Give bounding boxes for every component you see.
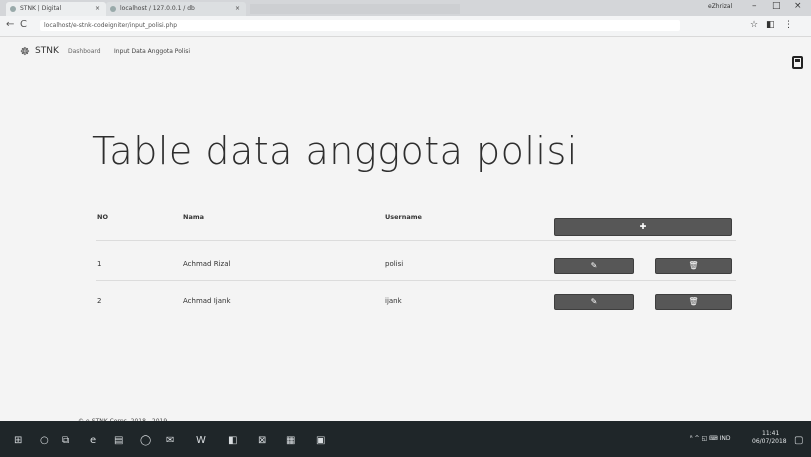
browser-tabbar: STNK | Digital × localhost / 127.0.0.1 /… bbox=[0, 0, 811, 16]
brand-logo-icon[interactable]: ☸ bbox=[20, 45, 30, 58]
browser-tab-stnk[interactable]: STNK | Digital × bbox=[6, 2, 106, 16]
browser-address-bar: ← C localhost/e-stnk-codeigniter/input_p… bbox=[0, 16, 811, 37]
page-content: ☸ STNK Dashboard Input Data Anggota Poli… bbox=[0, 37, 811, 425]
app-icon[interactable]: ◧ bbox=[228, 435, 237, 446]
app-navbar: ☸ STNK Dashboard Input Data Anggota Poli… bbox=[0, 37, 811, 69]
system-tray[interactable]: ᴿ ^ ◱ ⌨ IND bbox=[690, 435, 731, 442]
url-text: localhost/e-stnk-codeigniter/input_polis… bbox=[44, 22, 178, 29]
notification-icon[interactable]: ▢ bbox=[794, 435, 803, 446]
new-tab-area[interactable] bbox=[250, 4, 460, 14]
table-divider bbox=[96, 240, 736, 241]
star-icon[interactable]: ☆ bbox=[750, 20, 758, 30]
maximize-icon[interactable]: □ bbox=[772, 1, 781, 11]
app-icon[interactable]: ▦ bbox=[286, 435, 295, 446]
row-1-no: 1 bbox=[97, 260, 102, 268]
tab-favicon-icon bbox=[110, 6, 116, 12]
tab-title: localhost / 127.0.0.1 / db bbox=[120, 5, 195, 12]
windows-taskbar: ⊞ ○ ⧉ e ▤ ◯ ✉ W ◧ ⊠ ▦ ▣ ᴿ ^ ◱ ⌨ IND 11:4… bbox=[0, 421, 811, 457]
plus-icon: ✚ bbox=[639, 222, 647, 231]
row-2-no: 2 bbox=[97, 297, 102, 305]
url-field[interactable]: localhost/e-stnk-codeigniter/input_polis… bbox=[40, 20, 680, 31]
tab-close-icon[interactable]: × bbox=[95, 2, 100, 16]
app-icon[interactable]: ▣ bbox=[316, 435, 325, 446]
reload-icon[interactable]: C bbox=[20, 19, 27, 30]
app-icon[interactable]: ⊠ bbox=[258, 435, 266, 446]
clock-time[interactable]: 11:41 bbox=[762, 430, 779, 437]
trash-icon: 🗑 bbox=[688, 261, 699, 270]
tab-favicon-icon bbox=[10, 6, 16, 12]
tab-close-icon[interactable]: × bbox=[235, 2, 240, 16]
table-divider bbox=[96, 280, 736, 281]
word-icon[interactable]: W bbox=[196, 435, 206, 446]
row-1-nama: Achmad Rizal bbox=[183, 260, 231, 268]
row-1-username: polisi bbox=[385, 260, 404, 268]
clock-date[interactable]: 06/07/2018 bbox=[752, 438, 787, 445]
browser-tab-localhost[interactable]: localhost / 127.0.0.1 / db × bbox=[106, 2, 246, 16]
chrome-icon[interactable]: ◯ bbox=[140, 435, 151, 446]
edit-button[interactable]: ✎ bbox=[554, 294, 634, 310]
edit-icon: ✎ bbox=[590, 261, 598, 270]
breadcrumb-dashboard[interactable]: Dashboard bbox=[68, 48, 101, 55]
start-icon[interactable]: ⊞ bbox=[14, 435, 22, 446]
brand-name[interactable]: STNK bbox=[35, 46, 59, 56]
edit-button[interactable]: ✎ bbox=[554, 258, 634, 274]
delete-button[interactable]: 🗑 bbox=[655, 258, 732, 274]
breadcrumb-current: Input Data Anggota Polisi bbox=[114, 48, 191, 55]
sidebar-toggle-icon[interactable] bbox=[792, 56, 803, 69]
edit-icon: ✎ bbox=[590, 297, 598, 306]
task-view-icon[interactable]: ⧉ bbox=[62, 435, 69, 446]
browser-profile-name[interactable]: eZhrizal bbox=[708, 3, 732, 10]
menu-icon[interactable]: ⋮ bbox=[784, 20, 793, 30]
extension-icon[interactable]: ◧ bbox=[766, 20, 775, 30]
file-explorer-icon[interactable]: ▤ bbox=[114, 435, 123, 446]
edge-icon[interactable]: e bbox=[90, 435, 96, 446]
trash-icon: 🗑 bbox=[688, 297, 699, 306]
column-header-username: Username bbox=[385, 213, 422, 221]
search-icon[interactable]: ○ bbox=[40, 435, 49, 446]
tab-title: STNK | Digital bbox=[20, 5, 62, 12]
minimize-icon[interactable]: – bbox=[752, 1, 757, 11]
row-2-nama: Achmad Ijank bbox=[183, 297, 231, 305]
delete-button[interactable]: 🗑 bbox=[655, 294, 732, 310]
row-2-username: ijank bbox=[385, 297, 402, 305]
column-header-no: NO bbox=[97, 213, 108, 221]
column-header-nama: Nama bbox=[183, 213, 204, 221]
back-icon[interactable]: ← bbox=[6, 19, 14, 30]
mail-icon[interactable]: ✉ bbox=[166, 435, 174, 446]
add-anggota-button[interactable]: ✚ bbox=[554, 218, 732, 236]
page-title: Table data anggota polisi bbox=[92, 129, 578, 173]
close-icon[interactable]: × bbox=[794, 1, 802, 11]
